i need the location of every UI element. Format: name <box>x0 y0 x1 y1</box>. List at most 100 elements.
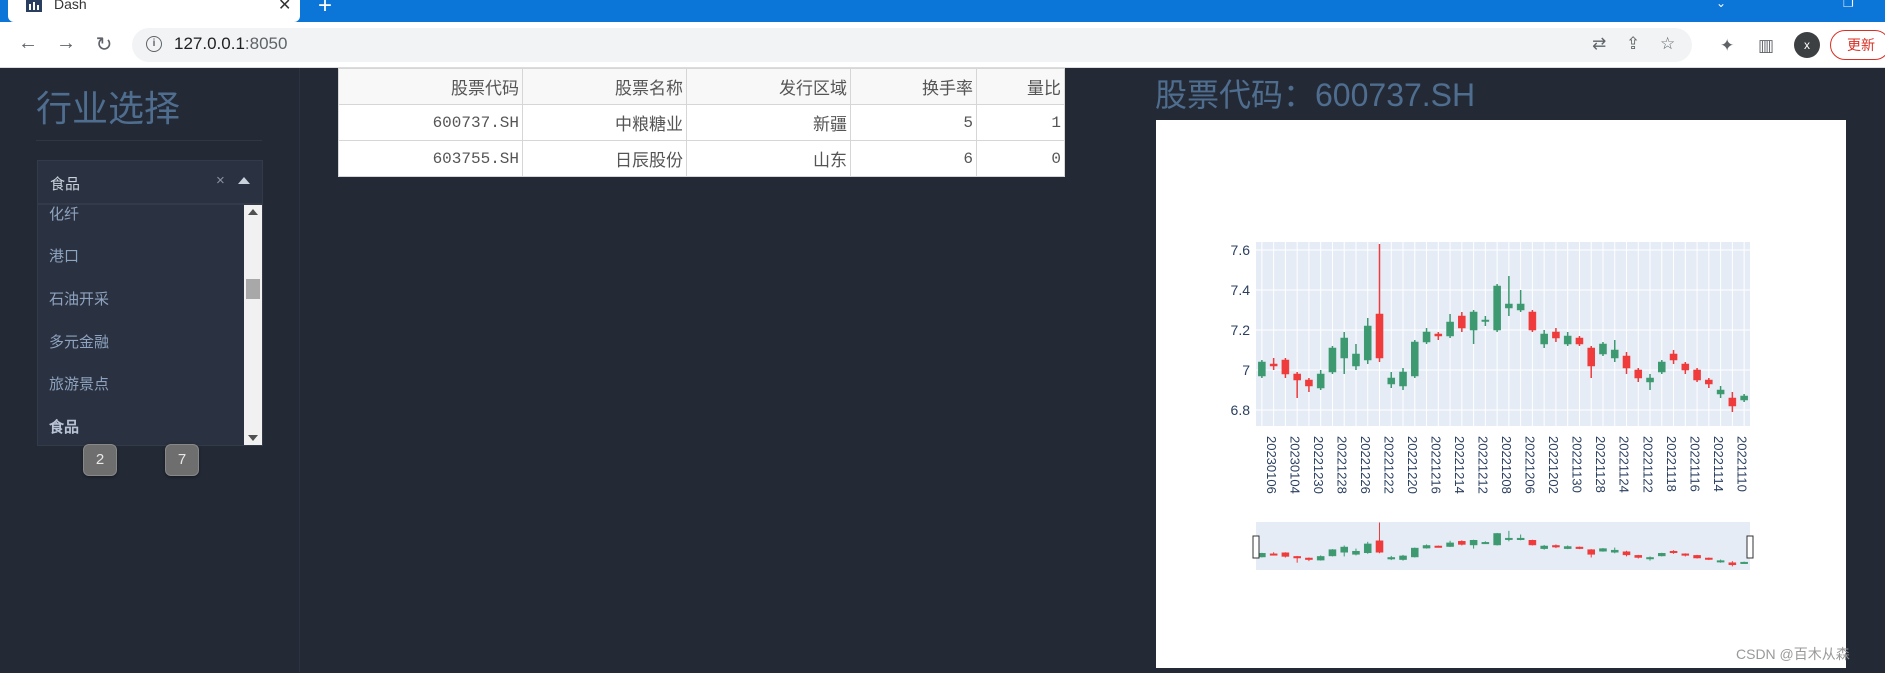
table-row[interactable]: 600737.SH 中粮糖业 新疆 5 1 <box>338 104 1065 141</box>
candle-body-mini <box>1328 549 1337 557</box>
candle-body-mini <box>1411 547 1419 558</box>
sidebar-divider <box>36 140 262 141</box>
new-tab-button[interactable]: + <box>318 0 332 20</box>
candle-body-mini <box>1281 552 1290 557</box>
dropdown-option[interactable]: 多元金融 <box>49 331 109 352</box>
stock-table: 股票代码 股票名称 发行区域 换手率 量比 600737.SH 中粮糖业 新疆 … <box>338 68 1065 177</box>
browser-tab[interactable]: Dash ✕ <box>8 0 300 22</box>
column-header[interactable]: 换手率 <box>850 68 977 105</box>
candle-body <box>1681 363 1690 371</box>
candle-body-mini <box>1599 548 1607 552</box>
candle-body-mini <box>1669 550 1678 554</box>
x-tick-label: 20221226 <box>1358 436 1373 494</box>
range-slider-left-handle[interactable] <box>1252 535 1260 559</box>
dash-favicon-icon <box>26 0 42 12</box>
candle-body-mini <box>1458 541 1466 545</box>
table-cell[interactable]: 日辰股份 <box>522 140 687 177</box>
dropdown-option[interactable]: 旅游景点 <box>49 373 109 394</box>
column-header[interactable]: 量比 <box>976 68 1065 105</box>
scroll-up-arrow-icon[interactable] <box>248 209 258 215</box>
side-panel-icon[interactable]: ▥ <box>1758 36 1774 56</box>
candle-body <box>1563 335 1572 345</box>
table-cell[interactable]: 1 <box>976 104 1065 141</box>
candle-body-mini <box>1375 540 1384 553</box>
tab-search-icon[interactable]: ⌄ <box>1716 0 1726 10</box>
column-header[interactable]: 股票代码 <box>338 68 523 105</box>
table-cell[interactable]: 600737.SH <box>338 104 523 141</box>
x-tick-label: 20221128 <box>1593 436 1608 493</box>
candle-body <box>1305 379 1313 387</box>
candle-body-mini <box>1740 561 1748 564</box>
dropdown-option-selected[interactable]: 食品 <box>49 416 79 437</box>
table-cell[interactable]: 5 <box>850 104 977 141</box>
scroll-thumb[interactable] <box>246 279 260 299</box>
x-tick-label: 20221228 <box>1334 436 1349 494</box>
industry-dropdown[interactable]: 食品 × <box>37 160 263 204</box>
extensions-icon[interactable]: ✦ <box>1720 36 1734 56</box>
x-tick-label: 20221122 <box>1640 436 1655 493</box>
site-info-icon[interactable]: i <box>146 36 162 52</box>
profile-avatar[interactable]: x <box>1794 32 1820 58</box>
candle-body-mini <box>1387 557 1396 560</box>
scroll-down-arrow-icon[interactable] <box>248 435 258 441</box>
bookmark-star-icon[interactable]: ☆ <box>1660 34 1675 54</box>
candle-body-mini <box>1563 546 1572 549</box>
table-cell[interactable]: 6 <box>850 140 977 177</box>
x-tick-label: 20221220 <box>1405 436 1420 494</box>
page-button[interactable]: 2 <box>83 444 117 476</box>
menu-scrollbar[interactable] <box>244 205 262 445</box>
back-arrow-icon[interactable]: ← <box>16 32 40 55</box>
dropdown-option[interactable]: 港口 <box>49 245 79 266</box>
x-tick-label: 20221208 <box>1499 436 1514 494</box>
clear-icon[interactable]: × <box>216 172 225 189</box>
candle-body-mini <box>1693 555 1701 559</box>
range-slider-right-handle[interactable] <box>1746 535 1754 559</box>
dropdown-option[interactable]: 化纤 <box>49 205 79 224</box>
table-cell[interactable]: 新疆 <box>686 104 851 141</box>
plot-area <box>1256 242 1750 426</box>
share-icon[interactable]: ⇪ <box>1626 34 1640 54</box>
tab-close-icon[interactable]: ✕ <box>278 0 291 15</box>
sidebar-title: 行业选择 <box>36 88 181 129</box>
x-tick-label: 20230106 <box>1264 436 1279 494</box>
candle-body <box>1316 373 1325 389</box>
candle-body-mini <box>1469 540 1478 546</box>
candle-body <box>1622 355 1631 369</box>
table-cell[interactable]: 山东 <box>686 140 851 177</box>
address-bar[interactable]: i 127.0.0.1:8050 ⇄ ⇪ ☆ <box>132 28 1692 62</box>
column-header[interactable]: 发行区域 <box>686 68 851 105</box>
candle-body <box>1328 347 1337 373</box>
candle-body-mini <box>1658 553 1666 557</box>
candle-body <box>1540 333 1548 345</box>
candle-body-mini <box>1552 545 1560 548</box>
candlestick-chart[interactable]: 6.8 7 7.2 7.4 7.6 20230106 20230104 20221230 202… <box>1156 120 1846 668</box>
chevron-up-icon[interactable] <box>238 177 250 184</box>
forward-arrow-icon[interactable]: → <box>54 32 78 55</box>
column-header[interactable]: 股票名称 <box>522 68 687 105</box>
y-tick-label: 7.2 <box>1231 322 1251 338</box>
candle-body-mini <box>1363 543 1372 554</box>
update-button[interactable]: 更新 <box>1830 30 1885 60</box>
y-tick-label: 6.8 <box>1231 402 1251 418</box>
y-tick-label: 7 <box>1242 362 1250 378</box>
table-row[interactable]: 603755.SH 日辰股份 山东 6 0 <box>338 140 1065 177</box>
candle-body-mini <box>1305 557 1313 560</box>
table-cell[interactable]: 603755.SH <box>338 140 523 177</box>
candle-body <box>1599 343 1607 355</box>
candle-body-mini <box>1481 542 1490 545</box>
translate-icon[interactable]: ⇄ <box>1592 34 1606 54</box>
candle-body-mini <box>1610 549 1619 553</box>
candle-body-mini <box>1528 540 1537 546</box>
x-tick-label: 20221214 <box>1452 436 1467 494</box>
window-restore-icon[interactable]: ❐ <box>1843 0 1854 10</box>
x-tick-label: 20221110 <box>1734 436 1749 492</box>
browser-toolbar: ← → ↻ i 127.0.0.1:8050 ⇄ ⇪ ☆ ✦ ▥ x 更新 <box>0 22 1885 68</box>
dropdown-option[interactable]: 石油开采 <box>49 288 109 309</box>
reload-icon[interactable]: ↻ <box>92 32 116 57</box>
candle-body-mini <box>1434 545 1443 548</box>
table-cell[interactable]: 0 <box>976 140 1065 177</box>
table-cell[interactable]: 中粮糖业 <box>522 104 687 141</box>
candle-body <box>1610 349 1619 359</box>
candle-body <box>1728 397 1737 407</box>
page-button[interactable]: 7 <box>165 444 199 476</box>
